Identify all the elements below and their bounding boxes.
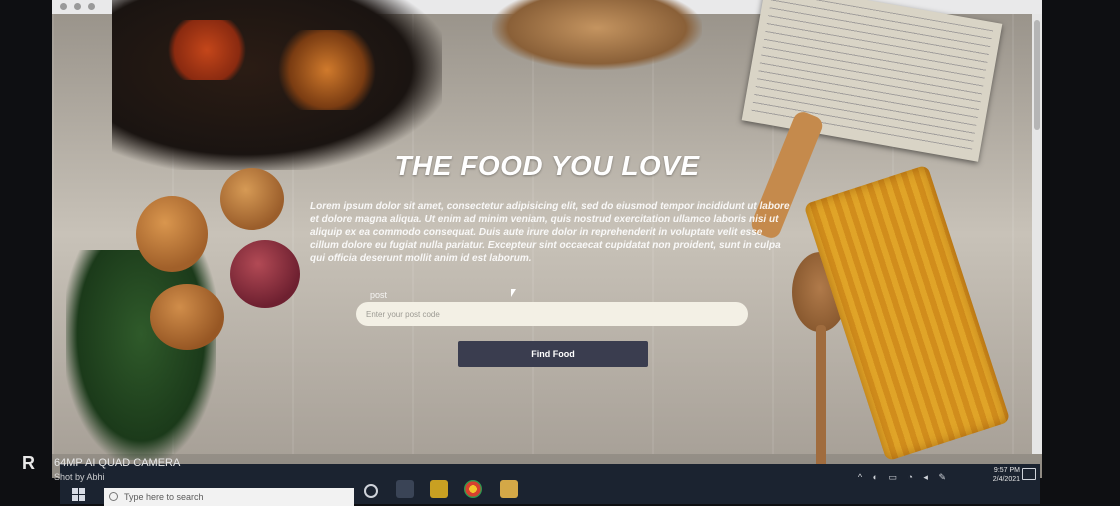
- task-view-icon[interactable]: [396, 480, 414, 498]
- system-tray-icons[interactable]: ^ ◐ ▭ ◔ ◂ ✎: [858, 472, 950, 483]
- page-scrollbar[interactable]: [1032, 14, 1042, 454]
- background-vegetables: [272, 30, 382, 110]
- watermark-line2: Shot by Abhi: [54, 472, 105, 482]
- watermark-line1: 64MP AI QUAD CAMERA: [54, 457, 181, 469]
- forward-icon[interactable]: [74, 3, 81, 10]
- camera-logo: R: [22, 453, 35, 473]
- cortana-icon[interactable]: [364, 484, 378, 498]
- background-vegetables: [162, 20, 252, 80]
- onion-image: [150, 284, 224, 350]
- notification-icon[interactable]: [1022, 468, 1036, 480]
- red-onion-image: [230, 240, 300, 308]
- background-bread: [492, 0, 702, 70]
- post-code-input[interactable]: [356, 302, 748, 326]
- app-icon[interactable]: [430, 480, 448, 498]
- monitor-screen: THE FOOD YOU LOVE Lorem ipsum dolor sit …: [52, 0, 1042, 478]
- file-explorer-icon[interactable]: [500, 480, 518, 498]
- clock-date: 2/4/2021: [992, 476, 1020, 483]
- taskbar-search-placeholder: Type here to search: [124, 492, 204, 502]
- search-icon: [109, 492, 118, 501]
- clock-time: 9:57 PM: [993, 467, 1020, 474]
- background-greens: [66, 250, 216, 460]
- hero-title: THE FOOD YOU LOVE: [394, 150, 700, 181]
- taskbar-search[interactable]: Type here to search: [104, 488, 354, 506]
- start-button[interactable]: [72, 488, 86, 502]
- post-label: post: [370, 290, 388, 300]
- chrome-icon[interactable]: [464, 480, 482, 498]
- taskbar-clock[interactable]: 9:57 PM 2/4/2021: [993, 466, 1020, 484]
- hero-paragraph: Lorem ipsum dolor sit amet, consectetur …: [310, 201, 790, 264]
- wooden-spoon-handle: [816, 325, 826, 470]
- reload-icon[interactable]: [88, 3, 95, 10]
- find-food-button[interactable]: Find Food: [458, 341, 648, 367]
- windows-taskbar: Type here to search ^ ◐ ▭ ◔ ◂ ✎ 9:57 PM …: [60, 464, 1040, 506]
- mouse-cursor-icon: [511, 289, 516, 297]
- back-icon[interactable]: [60, 3, 67, 10]
- onion-image: [136, 196, 208, 272]
